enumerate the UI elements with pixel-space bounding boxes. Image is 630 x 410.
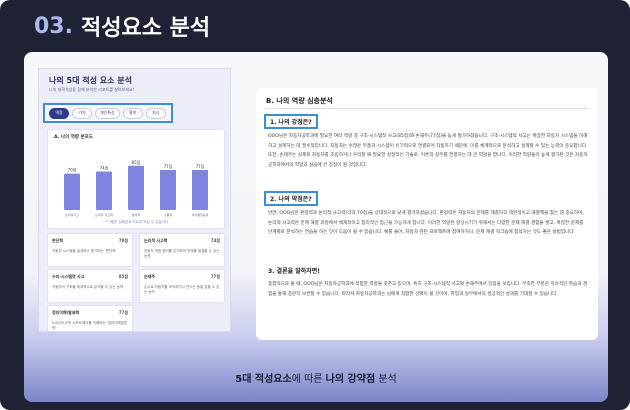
- chart-value-label: 77점: [196, 163, 205, 169]
- chart-bar: [192, 169, 208, 210]
- score-card-desc: 자동차 작동 원리를 분석하여 문제를 해결할 수 있는 능력: [144, 249, 220, 258]
- analysis-title: B. 나의 역량 심층분석: [266, 97, 333, 105]
- chart-category-label: 논리적 사고력: [95, 212, 113, 217]
- conclusion-paragraph: 종합적으로 볼 때, OOO님은 자동차공학과에 적합한 역량을 갖추고 있으며…: [268, 282, 588, 297]
- chart-bar: [160, 169, 176, 210]
- score-card-desc: E/AO의 규칙 소프트웨어를 이해하는 '정리이해발표력': [52, 321, 128, 330]
- strength-heading: 1. 나의 강점은?: [264, 114, 318, 129]
- strength-paragraph: OOO님은 자동차공학과에 필요한 여러 역량 중 구조·시스템적 사고(85점…: [268, 134, 588, 168]
- weakness-heading: 2. 나의 약점은?: [264, 191, 318, 206]
- weakness-paragraph: 반면, OOO님은 판정력과 논리적 사고력(각각 70점)을 상대적으로 낮게…: [268, 211, 584, 236]
- score-card-system: 수리·시스템적 사고 85점 자동차의 구조를 체계적으로 분석할 수 있는 능…: [47, 269, 133, 303]
- tab-competency[interactable]: 역량: [49, 107, 69, 119]
- summary-subtitle: 나의 대학적성을 함께 분석한 리포트를 살펴보세요!: [49, 87, 135, 92]
- score-card-name: 판단력: [52, 238, 64, 243]
- chart-value-label: 70점: [68, 167, 77, 173]
- chart-value-label: 85점: [132, 159, 141, 165]
- score-card-presentation: 정리이해/발표력 77점 E/AO의 규칙 소프트웨어를 이해하는 '정리이해발…: [47, 305, 133, 331]
- score-card-desc: 손으로 자동차를 조작하거나 만드는 등을 잘할 수 있는 능력: [144, 285, 220, 294]
- section-title: 적성요소 분석: [80, 16, 211, 41]
- chart-note: *그림은 실제값과 다르게 보일 수 있습니다: [105, 220, 169, 224]
- tab-knowledge[interactable]: 지식: [145, 107, 166, 119]
- score-card-name: 수리·시스템적 사고: [52, 274, 85, 279]
- chart-value-label: 77점: [164, 163, 173, 169]
- score-card-score: 77점: [210, 274, 220, 279]
- chart-category-label: 분석력: [132, 212, 141, 217]
- chart-bar: [64, 173, 80, 210]
- slide-header: 03. 적성요소 분석: [0, 0, 630, 52]
- caption-part-2: 에 따른: [291, 374, 326, 385]
- chart-category-label: 소통력: [164, 212, 173, 217]
- caption-part-1: 5대 적성요소: [235, 374, 292, 385]
- score-card-name: 정리이해/발표력: [52, 310, 80, 315]
- aptitude-tab-bar: 역량 가치 개인특성 흥미 지식: [43, 103, 173, 123]
- chart-category-label: 의사결정능력: [192, 212, 209, 217]
- score-card-desc: 자동차의 구조를 체계적으로 분석할 수 있는 능력: [52, 285, 124, 289]
- tab-interest[interactable]: 흥미: [122, 107, 143, 119]
- section-number: 03.: [34, 13, 73, 39]
- score-card-score: 74점: [210, 238, 220, 243]
- caption-part-4: 분석: [375, 374, 397, 385]
- score-card-name: 논리적 사고력: [144, 238, 168, 243]
- score-card-score: 85점: [118, 274, 128, 279]
- chart-bar: [128, 165, 144, 210]
- aptitude-summary-card: 나의 5대 적성 요소 분석 나의 대학적성을 함께 분석한 리포트를 살펴보세…: [38, 68, 231, 332]
- competency-analysis-card: B. 나의 역량 심층분석 1. 나의 강점은? OOO님은 자동차공학과에 필…: [256, 88, 598, 340]
- score-card-score: 70점: [118, 238, 128, 243]
- tab-personality[interactable]: 개인특성: [95, 107, 120, 119]
- competency-bar-chart: 70점논리적사고 74점논리적 사고력 85점분석력 77점소통력 77점의사결정능력: [64, 159, 209, 217]
- slide-caption: 5대 적성요소에 따른 나의 강약점 분석: [24, 370, 608, 385]
- score-card-desc: 자동차 시스템을 설계하고 평가하는 '판단력': [52, 249, 117, 253]
- score-card-logic: 논리적 사고력 74점 자동차 작동 원리를 분석하여 문제를 해결할 수 있는…: [139, 233, 225, 267]
- tab-value[interactable]: 가치: [72, 107, 92, 119]
- chart-category-label: 논리적사고: [65, 212, 79, 217]
- competency-chart-card: A. 나의 역량 분포도 70점 논리적사고 74점 논리적 사고력 85점 분석력 77점…: [47, 129, 225, 229]
- score-card-score: 77점: [118, 310, 128, 315]
- content-panel: 나의 5대 적성 요소 분석 나의 대학적성을 함께 분석한 리포트를 살펴보세…: [24, 52, 608, 402]
- slide-frame: 03. 적성요소 분석 나의 5대 적성 요소 분석 나의 대학적성을 함께 분…: [0, 0, 630, 410]
- caption-part-3: 나의 강약점: [325, 374, 376, 385]
- conclusion-heading: 3. 결론을 말하자면!: [268, 268, 321, 275]
- chart-value-label: 74점: [100, 165, 109, 171]
- chart-bar: [96, 171, 112, 210]
- score-card-dexterity: 손재주 77점 손으로 자동차를 조작하거나 만드는 등을 잘할 수 있는 능력: [139, 269, 225, 303]
- title-divider: [266, 108, 588, 109]
- score-card-name: 손재주: [144, 274, 156, 279]
- score-card-judgment: 판단력 70점 자동차 시스템을 설계하고 평가하는 '판단력': [47, 233, 133, 267]
- summary-title: 나의 5대 적성 요소 분석: [49, 76, 132, 85]
